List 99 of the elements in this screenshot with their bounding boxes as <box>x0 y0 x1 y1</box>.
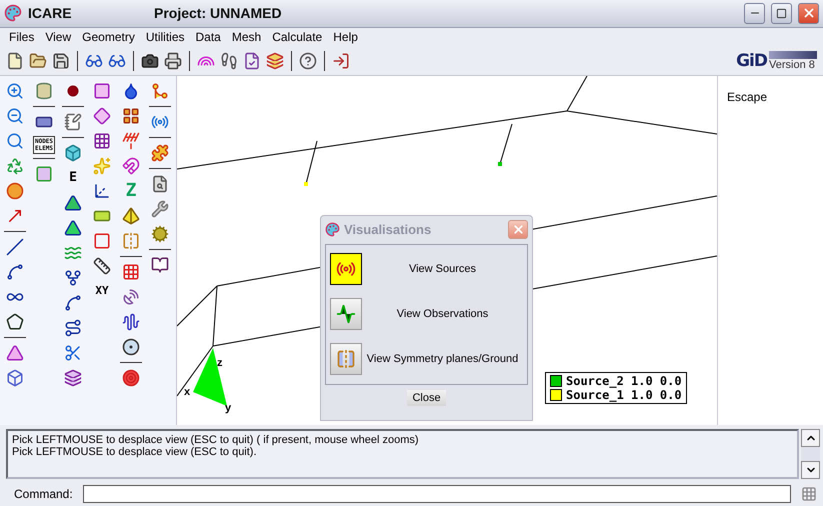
log-line: Pick LEFTMOUSE to desplace view (ESC to quit) ( if present, mouse wheel zooms) <box>12 434 420 446</box>
menu-item[interactable]: Calculate <box>267 30 328 44</box>
magnet-icon[interactable] <box>122 156 140 175</box>
rectangle-icon[interactable] <box>93 232 111 250</box>
mirror-icon <box>336 349 356 370</box>
printer-icon[interactable] <box>164 52 182 70</box>
book-icon[interactable] <box>151 256 169 274</box>
logo-text: GiD <box>736 50 767 71</box>
sphere-icon[interactable] <box>6 182 24 200</box>
recycle-icon[interactable] <box>6 156 24 175</box>
target-icon[interactable] <box>122 368 140 387</box>
source-point <box>498 162 502 166</box>
layers-icon[interactable] <box>266 52 284 70</box>
camera-icon[interactable] <box>141 52 159 70</box>
polyline-icon[interactable] <box>6 312 24 331</box>
icon-button[interactable] <box>330 253 362 286</box>
dish-icon[interactable] <box>122 288 140 306</box>
mesh-icon[interactable] <box>35 164 53 183</box>
dot-icon[interactable] <box>67 84 79 97</box>
triangle-icon[interactable] <box>64 194 82 212</box>
source-point <box>304 182 308 186</box>
spline-icon[interactable] <box>64 294 82 312</box>
file-icon[interactable] <box>6 52 24 70</box>
axis-label: z <box>217 356 222 369</box>
search-doc-icon[interactable] <box>151 174 169 193</box>
help-icon[interactable] <box>299 52 317 70</box>
app-name: ICARE <box>28 5 73 22</box>
logo-bar <box>769 50 817 59</box>
line-icon[interactable] <box>6 238 24 256</box>
option-label: View Symmetry planes/Ground <box>366 353 520 366</box>
save-icon[interactable] <box>52 52 70 70</box>
window-title: Project: UNNAMED <box>154 5 283 22</box>
minimize-button[interactable] <box>744 2 765 24</box>
zoom-out-icon[interactable] <box>6 106 24 125</box>
scissors-icon[interactable] <box>64 344 82 362</box>
close-button[interactable]: Close <box>407 390 446 406</box>
folder-icon[interactable] <box>29 52 47 70</box>
maximize-button[interactable] <box>771 2 792 24</box>
menu-item[interactable]: Mesh <box>226 30 266 44</box>
mirror-icon[interactable] <box>122 232 140 250</box>
oscilloscope-icon <box>336 304 356 324</box>
pyramid-icon[interactable] <box>122 206 140 225</box>
zoom-in-icon[interactable] <box>6 82 24 100</box>
stem-line <box>306 140 318 184</box>
app-icon <box>4 4 22 22</box>
notepad-icon[interactable] <box>64 112 82 131</box>
close-button[interactable] <box>798 2 819 24</box>
option-label: View Sources <box>408 263 478 276</box>
legend-label: Source_2 1.0 0.0 <box>566 374 682 388</box>
axis-triad <box>193 348 227 406</box>
menu-item[interactable]: View <box>40 30 76 44</box>
maximize-icon <box>776 8 787 19</box>
grid-icon[interactable] <box>122 106 140 125</box>
dimension-icon[interactable]: E <box>69 171 77 184</box>
grid-icon[interactable] <box>122 262 140 281</box>
axis-label: y <box>225 402 232 414</box>
arc-icon[interactable] <box>6 262 24 281</box>
enter-icon[interactable] <box>332 52 350 70</box>
version-label: Version 8 <box>769 58 816 71</box>
grid-icon[interactable] <box>93 132 111 150</box>
scrollbar[interactable] <box>801 429 820 480</box>
fork-icon[interactable] <box>64 268 82 287</box>
fork-icon[interactable] <box>151 82 169 100</box>
axis-label: x <box>184 386 190 398</box>
cube-icon[interactable] <box>64 144 82 162</box>
layers-icon[interactable] <box>64 368 82 387</box>
triangle-icon[interactable] <box>64 218 82 237</box>
zoom-box-icon[interactable] <box>6 132 24 150</box>
cylinder-icon[interactable] <box>35 82 53 100</box>
wrench-icon[interactable] <box>151 200 169 218</box>
command-label: Command: <box>14 486 73 501</box>
menu-item[interactable]: Utilities <box>140 30 190 44</box>
stem-line <box>500 123 512 164</box>
cube-icon[interactable] <box>6 368 24 387</box>
menu-item[interactable]: Geometry <box>77 30 140 44</box>
dialog-title: Visualisations <box>344 222 432 238</box>
route-icon[interactable] <box>64 318 82 337</box>
close-icon <box>802 6 816 20</box>
menu-item[interactable]: Files <box>4 30 40 44</box>
option-label: View Observations <box>396 308 490 320</box>
menu-item[interactable]: Help <box>328 30 363 44</box>
xy-axes-icon[interactable]: XY <box>95 285 109 296</box>
checklist-icon[interactable] <box>243 52 261 70</box>
command-field[interactable] <box>82 484 791 503</box>
close-icon <box>512 223 524 236</box>
puzzle-icon[interactable] <box>151 144 169 162</box>
menu-item[interactable]: Data <box>190 30 226 44</box>
panel-label: Escape <box>727 90 768 104</box>
star-icon[interactable] <box>93 156 111 175</box>
log-line: Pick LEFTMOUSE to desplace view (ESC to quit). <box>12 446 258 458</box>
circle-icon[interactable] <box>122 338 140 356</box>
app-icon <box>325 222 340 238</box>
axes-icon[interactable] <box>93 182 111 200</box>
drop-icon[interactable] <box>122 82 140 100</box>
ruler-icon[interactable] <box>93 256 111 275</box>
footprints-icon[interactable] <box>220 52 238 70</box>
grid-icon[interactable] <box>801 486 817 502</box>
cogs-icon[interactable] <box>151 224 169 243</box>
legend-label: Source_1 1.0 0.0 <box>566 388 682 402</box>
